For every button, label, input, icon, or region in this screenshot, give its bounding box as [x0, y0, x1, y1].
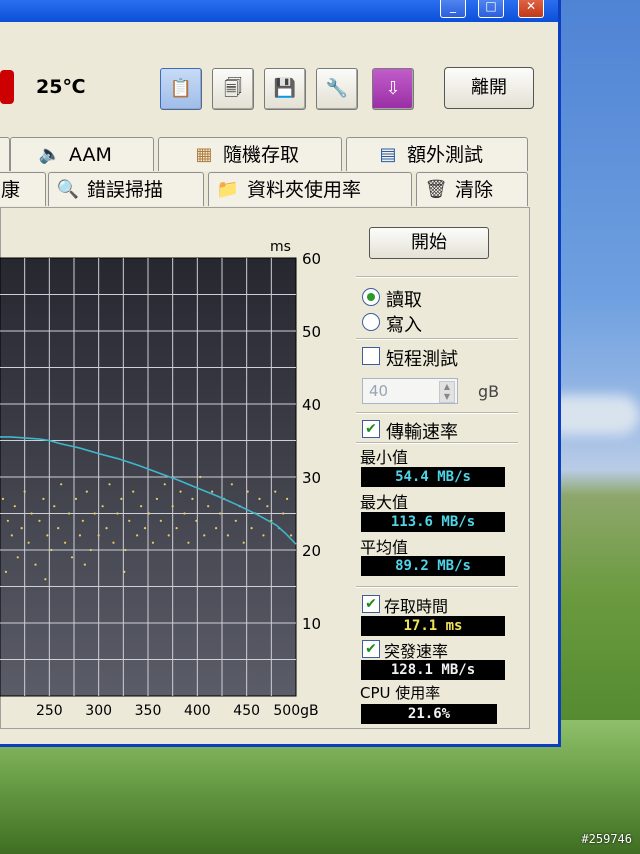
speaker-icon: 🔈	[38, 143, 62, 165]
download-icon: ⇩	[385, 78, 401, 99]
tab-label: 額外測試	[407, 143, 484, 166]
save-button[interactable]: 💾	[264, 68, 306, 110]
ms-unit-label: ms	[270, 239, 291, 255]
access-time-label: 存取時間	[384, 597, 449, 616]
read-radio[interactable]	[362, 288, 380, 306]
transfer-rate-checkbox[interactable]: ✔	[362, 420, 380, 438]
tab-label: 清除	[455, 178, 494, 201]
short-test-size-value: 40	[369, 382, 389, 400]
tab-label: 隨機存取	[223, 143, 300, 166]
short-test-label: 短程測試	[386, 349, 458, 370]
tab-partial-left[interactable]	[0, 137, 10, 171]
cpu-usage-label: CPU 使用率	[360, 684, 441, 702]
exit-button[interactable]: 離開	[444, 67, 534, 109]
tab-label: 康	[1, 178, 21, 201]
tab-label: AAM	[69, 143, 112, 166]
divider	[356, 276, 518, 278]
trash-icon: 🗑	[424, 178, 448, 200]
save-icon: 💾	[273, 78, 297, 99]
temperature-readout: 25℃	[36, 76, 86, 98]
cpu-usage-value: 21.6%	[361, 704, 497, 724]
spinner-arrows-icon[interactable]: ▲ ▼	[439, 381, 455, 403]
avg-value: 89.2 MB/s	[361, 556, 505, 576]
copy-image-icon: 🗐	[224, 78, 242, 99]
tab-folder-usage[interactable]: 📁 資料夾使用率	[208, 172, 412, 206]
burst-rate-value: 128.1 MB/s	[361, 660, 505, 680]
write-radio[interactable]	[362, 313, 380, 331]
min-value: 54.4 MB/s	[361, 467, 505, 487]
magnifier-icon: 🔍	[56, 178, 80, 200]
tab-error-scan[interactable]: 🔍 錯誤掃描	[48, 172, 204, 206]
tab-extra-tests[interactable]: ▤ 額外測試	[346, 137, 528, 171]
thermometer-icon	[0, 70, 14, 104]
tab-label: 錯誤掃描	[87, 178, 164, 201]
options-icon: 🔧	[325, 78, 349, 99]
copy-text-button[interactable]: 📋	[160, 68, 202, 110]
burst-rate-checkbox[interactable]: ✔	[362, 640, 380, 658]
burst-rate-label: 突發速率	[384, 642, 449, 661]
copy-image-button[interactable]: 🗐	[212, 68, 254, 110]
start-button[interactable]: 開始	[369, 227, 489, 259]
transfer-rate-label: 傳輸速率	[386, 422, 458, 443]
tab-aam[interactable]: 🔈 AAM	[10, 137, 154, 171]
extra-test-icon: ▤	[379, 143, 397, 165]
divider	[356, 586, 518, 588]
hdtune-window: _ □ ✕ 25℃ 📋 🗐 💾 🔧 ⇩ 離開 🔈 AAM ▦ 隨機存取 ▤ 額外…	[0, 0, 561, 747]
tab-erase[interactable]: 🗑 清除	[416, 172, 528, 206]
folder-icon: 📁	[216, 178, 240, 200]
maximize-button[interactable]: □	[478, 0, 504, 18]
options-button[interactable]: 🔧	[316, 68, 358, 110]
close-button[interactable]: ✕	[518, 0, 544, 18]
max-label: 最大值	[360, 493, 409, 512]
short-test-size-spinner[interactable]: 40 ▲ ▼	[362, 378, 458, 404]
download-button[interactable]: ⇩	[372, 68, 414, 110]
divider	[356, 338, 518, 340]
random-access-icon: ▦	[195, 143, 213, 165]
watermark: #259746	[581, 832, 632, 846]
tab-random-access[interactable]: ▦ 隨機存取	[158, 137, 342, 171]
tab-health[interactable]: 康	[0, 172, 46, 206]
access-time-value: 17.1 ms	[361, 616, 505, 636]
tab-label: 資料夾使用率	[247, 178, 362, 201]
copy-text-icon: 📋	[169, 78, 193, 99]
short-test-unit: gB	[478, 382, 500, 401]
max-value: 113.6 MB/s	[361, 512, 505, 532]
divider	[356, 412, 518, 414]
access-time-checkbox[interactable]: ✔	[362, 595, 380, 613]
read-label: 讀取	[386, 290, 422, 311]
avg-label: 平均值	[360, 538, 409, 557]
title-bar[interactable]: _ □ ✕	[0, 0, 558, 22]
short-test-checkbox[interactable]	[362, 347, 380, 365]
write-label: 寫入	[386, 315, 422, 336]
minimize-button[interactable]: _	[440, 0, 466, 18]
min-label: 最小值	[360, 448, 409, 467]
